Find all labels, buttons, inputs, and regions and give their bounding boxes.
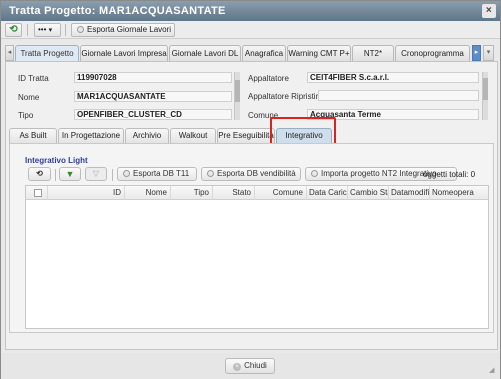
export-icon [207, 170, 214, 177]
column-header-stato[interactable]: Stato [213, 186, 255, 200]
chiudi-button[interactable]: × Chiudi [225, 358, 275, 374]
integrativo-grid: ID Nome Tipo Stato Comune Data Carica Ca… [25, 185, 489, 329]
subtab-in-progettazione[interactable]: In Progettazione [58, 128, 124, 143]
window-title: Tratta Progetto: MAR1ACQUASANTATE [9, 5, 226, 17]
tab-scroll-right-icon[interactable]: ▸ [472, 45, 481, 61]
appaltatore-label: Appaltatore [248, 74, 289, 83]
total-count: oggetti totali: 0 [423, 170, 476, 179]
column-header-tipo[interactable]: Tipo [171, 186, 213, 200]
import-nt2-label: Importa progetto NT2 Integrativo [321, 169, 437, 178]
tab-tratta-progetto[interactable]: Tratta Progetto [15, 45, 79, 61]
tab-list-chevron-down-icon[interactable]: ▾ [483, 45, 494, 61]
filter-button[interactable]: ▼ [59, 167, 81, 181]
nome-label: Nome [18, 93, 40, 102]
tipo-field[interactable]: OPENFIBER_CLUSTER_CD [74, 109, 232, 120]
tipo-label: Tipo [18, 111, 34, 120]
subtab-as-built[interactable]: As Built [9, 128, 57, 143]
appaltatore-ripristini-field[interactable] [318, 90, 479, 101]
more-icon: ••• [38, 25, 47, 34]
left-form-scrollbar[interactable] [234, 72, 240, 120]
resize-grip-icon[interactable]: ◢ [489, 367, 497, 375]
export-icon [123, 170, 130, 177]
refresh-icon: ⟲ [36, 169, 43, 178]
appaltatore-ripristini-label: Appaltatore Ripristini [248, 92, 322, 101]
import-icon [311, 170, 318, 177]
close-icon[interactable]: × [482, 4, 496, 18]
right-form-scrollbar[interactable] [482, 72, 488, 120]
nome-field[interactable]: MAR1ACQUASANTATE [74, 91, 232, 102]
column-header-id[interactable]: ID [48, 186, 125, 200]
toolbar-divider [65, 24, 66, 36]
grid-header: ID Nome Tipo Stato Comune Data Carica Ca… [26, 186, 488, 200]
subtab-walkout[interactable]: Walkout [170, 128, 216, 143]
column-header-datamodifica[interactable]: Datamodific [389, 186, 430, 200]
scrollbar-thumb [235, 80, 240, 102]
grid-refresh-button[interactable]: ⟲ [28, 167, 51, 181]
id-tratta-field[interactable]: 119907028 [74, 72, 232, 83]
clear-filter-icon: ▽ [92, 169, 100, 178]
export-db-t11-button[interactable]: Esporta DB T11 [117, 167, 197, 181]
refresh-button[interactable]: ⟲ [5, 23, 22, 37]
main-tabbar: ◂ Tratta Progetto Giornale Lavori Impres… [5, 45, 498, 61]
tab-scroll-left-icon[interactable]: ◂ [5, 45, 14, 61]
tab-giornale-lavori-dl[interactable]: Giornale Lavori DL [169, 45, 241, 61]
toolbar-divider [112, 169, 113, 181]
more-menu-button[interactable]: ••• ▾ [34, 23, 61, 37]
filter-icon: ▼ [65, 169, 75, 179]
column-header-nome[interactable]: Nome [125, 186, 171, 200]
tab-cronoprogramma[interactable]: Cronoprogramma [395, 45, 470, 61]
export-icon [77, 26, 84, 33]
export-giornale-button[interactable]: Esporta Giornale Lavori [71, 23, 175, 37]
toolbar-divider [55, 169, 56, 181]
select-all-column [26, 186, 48, 200]
column-header-data-caricamento[interactable]: Data Carica [307, 186, 348, 200]
subtab-pre-eseguibilita[interactable]: Pre Eseguibilità [217, 128, 275, 143]
export-db-t11-label: Esporta DB T11 [133, 169, 190, 178]
chiudi-label: Chiudi [244, 361, 267, 370]
refresh-icon: ⟲ [9, 24, 18, 35]
tab-nt2[interactable]: NT2* [352, 45, 394, 61]
modal-window: Tratta Progetto: MAR1ACQUASANTATE × ⟲ ••… [0, 0, 501, 379]
chevron-down-icon: ▾ [48, 27, 53, 34]
column-header-nomeoperatore[interactable]: Nomeopera [430, 186, 488, 200]
close-icon: × [233, 363, 242, 371]
toolbar: ⟲ ••• ▾ Esporta Giornale Lavori [1, 21, 500, 39]
tab-giornale-lavori-impresa[interactable]: Giornale Lavori Impresa [80, 45, 168, 61]
id-tratta-label: ID Tratta [18, 74, 49, 83]
toolbar-divider [27, 24, 28, 36]
tab-warning-cmt[interactable]: Warning CMT P+ [287, 45, 351, 61]
select-all-checkbox[interactable] [34, 189, 42, 197]
section-title: Integrativo Light [25, 156, 88, 165]
sub-tabbar: As Built In Progettazione Archivio Walko… [5, 128, 494, 143]
clear-filter-button[interactable]: ▽ [85, 167, 107, 181]
scrollbar-thumb [483, 78, 488, 100]
tab-anagrafica[interactable]: Anagrafica [242, 45, 286, 61]
column-header-comune[interactable]: Comune [255, 186, 307, 200]
subtab-archivio[interactable]: Archivio [125, 128, 169, 143]
export-giornale-label: Esporta Giornale Lavori [87, 25, 172, 34]
column-header-cambio-stato[interactable]: Cambio Sta [348, 186, 389, 200]
export-vendibilita-button[interactable]: Esporta DB vendibilità [201, 167, 301, 181]
window-titlebar[interactable]: Tratta Progetto: MAR1ACQUASANTATE × [1, 1, 500, 21]
appaltatore-field[interactable]: CEIT4FIBER S.c.a.r.l. [307, 72, 479, 83]
export-vendibilita-label: Esporta DB vendibilità [217, 169, 296, 178]
